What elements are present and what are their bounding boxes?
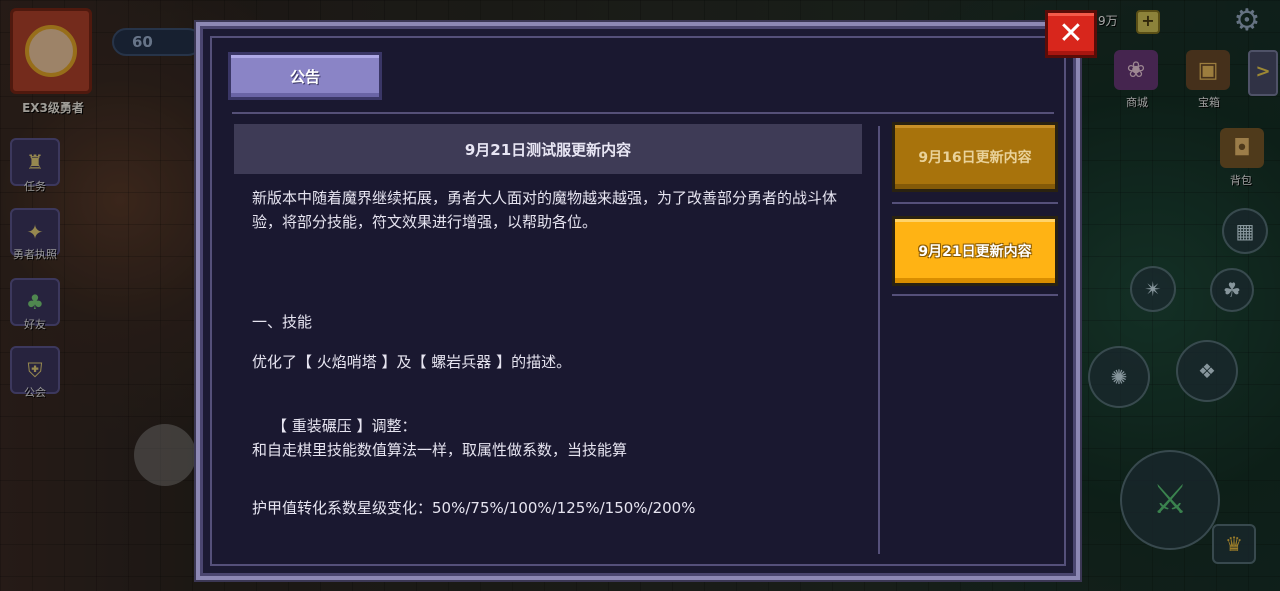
tab-divider-1 xyxy=(892,202,1058,204)
content-header: 9月21日测试服更新内容 xyxy=(234,124,862,174)
close-button[interactable]: ✕ xyxy=(1045,10,1097,58)
announcement-content: 9月21日测试服更新内容 新版本中随着魔界继续拓展，勇者大人面对的魔物越来越强，… xyxy=(234,124,862,554)
close-icon: ✕ xyxy=(1058,16,1084,51)
paragraph-description-fix: 优化了【 火焰哨塔 】及【 螺岩兵器 】的描述。 xyxy=(252,353,572,371)
tab-update-0921[interactable]: 9月21日更新内容 xyxy=(892,216,1058,286)
paragraph-intro: 新版本中随着魔界继续拓展，勇者大人面对的魔物越来越强，为了改善部分勇者的战斗体验… xyxy=(252,189,838,231)
paragraph-section-heading: 一、技能 xyxy=(252,313,313,331)
announcement-title-tab[interactable]: 公告 xyxy=(228,52,382,100)
tab-update-0916[interactable]: 9月16日更新内容 xyxy=(892,122,1058,192)
paragraph-skill-formula: 和自走棋里技能数值算法一样，取属性做系数，当技能算 xyxy=(252,441,628,459)
title-divider xyxy=(232,112,1054,114)
announcement-modal: 公告 9月21日测试服更新内容 新版本中随着魔界继续拓展，勇者大人面对的魔物越来… xyxy=(196,22,1080,580)
tab-divider-2 xyxy=(892,294,1058,296)
content-tabs-divider xyxy=(878,126,880,554)
paragraph-skill-adjust: 【 重装碾压 】调整： xyxy=(272,417,417,435)
paragraph-armor-conversion: 护甲值转化系数星级变化：50%/75%/100%/125%/150%/200% xyxy=(252,499,696,517)
